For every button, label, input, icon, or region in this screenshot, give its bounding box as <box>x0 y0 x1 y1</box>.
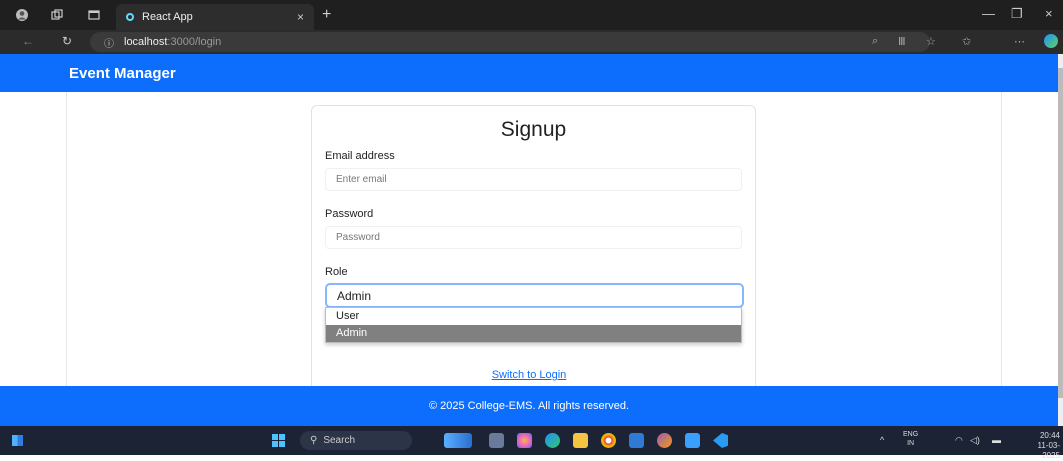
role-dropdown-list: User Admin <box>325 307 742 343</box>
clock-time: 20:44 <box>1039 431 1060 440</box>
new-tab-button[interactable]: + <box>322 6 331 24</box>
windows-start-icon[interactable] <box>272 434 285 447</box>
signup-title: Signup <box>500 118 567 141</box>
read-aloud-icon[interactable]: Ⅲ <box>898 35 906 48</box>
signup-card: Signup Email address Enter email Passwor… <box>311 105 756 395</box>
taskbar-search-label: Search <box>323 435 356 446</box>
favorites-icon[interactable]: ✩ <box>962 35 971 48</box>
tray-chevron-icon[interactable]: ^ <box>880 435 884 445</box>
close-window-button[interactable]: × <box>1045 6 1053 21</box>
tab-title: React App <box>142 11 193 23</box>
back-arrow-icon[interactable]: ← <box>22 34 34 48</box>
language-top: ENG <box>903 431 919 438</box>
search-icon: ⚲ <box>310 435 318 446</box>
site-info-icon[interactable]: ⓘ <box>104 35 114 50</box>
footer: © 2025 College-EMS. All rights reserved. <box>0 386 1058 426</box>
favorite-star-icon[interactable]: ☆ <box>926 35 936 48</box>
minimize-button[interactable]: — <box>982 6 995 21</box>
workspaces-icon[interactable] <box>49 7 65 23</box>
edge-browser-icon[interactable] <box>545 433 560 448</box>
password-label: Password <box>325 208 374 220</box>
browser-tab[interactable]: React App × <box>116 4 314 30</box>
scrollbar-thumb[interactable] <box>1058 68 1063 398</box>
more-menu-icon[interactable]: ⋯ <box>1014 35 1025 48</box>
refresh-icon[interactable]: ↻ <box>62 34 72 48</box>
email-field[interactable]: Enter email <box>325 168 742 191</box>
search-page-icon[interactable]: ⌕ <box>872 35 878 48</box>
windows-taskbar: ⚲ Search ^ ENG IN ◠ ◁) ▬ 20:44 11-03-202… <box>0 426 1063 460</box>
url-input[interactable]: ⓘ localhost:3000/login <box>90 32 930 52</box>
wifi-icon[interactable]: ◠ <box>955 435 963 446</box>
taskbar-search[interactable]: ⚲ Search <box>300 431 412 450</box>
role-select[interactable]: Admin <box>325 283 744 308</box>
app-icon[interactable] <box>657 433 672 448</box>
role-option-admin[interactable]: Admin <box>326 325 741 342</box>
language-bottom: IN <box>907 440 915 447</box>
role-option-user[interactable]: User <box>326 308 741 325</box>
widgets-icon[interactable] <box>12 435 23 446</box>
tab-actions-icon[interactable] <box>86 7 102 23</box>
copilot-icon[interactable] <box>1044 34 1058 48</box>
task-view-icon[interactable] <box>489 433 504 448</box>
password-field[interactable]: Password <box>325 226 742 249</box>
browser-title-bar: React App × + — ❐ × <box>0 0 1063 30</box>
chrome-icon[interactable] <box>601 433 616 448</box>
email-label: Email address <box>325 150 395 162</box>
url-host: localhost <box>124 36 168 48</box>
taskbar-clock[interactable]: 20:44 11-03-2025 <box>1022 431 1060 461</box>
navbar-brand[interactable]: Event Manager <box>69 65 176 82</box>
url-path: :3000/login <box>167 36 222 48</box>
footer-copyright: © 2025 College-EMS. All rights reserved. <box>428 400 630 412</box>
microsoft-store-icon[interactable] <box>629 433 644 448</box>
clock-date: 11-03-2025 <box>1037 441 1060 460</box>
language-indicator[interactable]: ENG IN <box>903 430 918 448</box>
role-label: Role <box>325 266 348 278</box>
address-bar: ← ↻ ⓘ localhost:3000/login ⌕ Ⅲ ☆ ✩ ⋯ <box>0 30 1063 54</box>
profile-icon[interactable] <box>14 7 30 23</box>
copilot-app-icon[interactable] <box>517 433 532 448</box>
react-favicon-icon <box>126 13 134 21</box>
switch-to-login-link[interactable]: Switch to Login <box>0 369 1058 381</box>
news-widget-icon[interactable] <box>444 433 472 448</box>
mail-icon[interactable] <box>685 433 700 448</box>
page-scrollbar[interactable] <box>1058 54 1063 426</box>
vscode-icon[interactable] <box>713 433 728 448</box>
tab-close-icon[interactable]: × <box>297 10 304 24</box>
battery-icon[interactable]: ▬ <box>992 435 1001 445</box>
navbar: Event Manager <box>0 54 1058 92</box>
volume-icon[interactable]: ◁) <box>970 435 980 446</box>
web-page: Event Manager Signup Email address Enter… <box>0 54 1058 426</box>
file-explorer-icon[interactable] <box>573 433 588 448</box>
maximize-button[interactable]: ❐ <box>1011 6 1023 22</box>
